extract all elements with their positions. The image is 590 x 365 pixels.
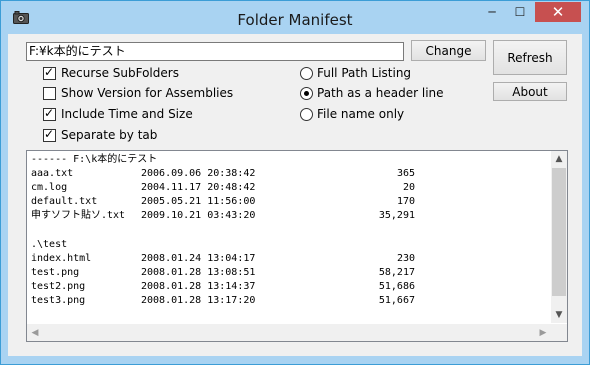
horizontal-scrollbar[interactable]: ◀ ▶ bbox=[27, 324, 551, 341]
include-time-size-label[interactable]: Include Time and Size bbox=[61, 107, 193, 121]
include-time-size-checkbox[interactable] bbox=[43, 106, 56, 121]
scroll-down-icon[interactable]: ▼ bbox=[551, 307, 567, 323]
file-row: cm.log 2004.11.17 20:48:42 20 bbox=[31, 182, 415, 194]
subfolder-line: .\test bbox=[31, 238, 68, 250]
file-name-only-radio[interactable] bbox=[300, 108, 313, 121]
file-row: index.html 2008.01.24 13:04:17 230 bbox=[31, 252, 415, 264]
scrollbar-corner bbox=[551, 324, 567, 341]
file-row: aaa.txt 2006.09.06 20:38:42 365 bbox=[31, 168, 415, 180]
close-button[interactable]: ✕ bbox=[535, 2, 581, 22]
show-version-checkbox[interactable] bbox=[43, 87, 56, 100]
folder-path-input[interactable]: F:¥k本的にテスト bbox=[26, 42, 404, 61]
file-row: default.txt 2005.05.21 11:56:00 170 bbox=[31, 196, 415, 208]
scroll-right-icon[interactable]: ▶ bbox=[535, 324, 551, 341]
file-row: test3.png 2008.01.28 13:17:20 51,667 bbox=[31, 294, 415, 306]
separate-by-tab-checkbox[interactable] bbox=[43, 127, 56, 142]
refresh-button[interactable]: Refresh bbox=[493, 40, 567, 75]
about-button[interactable]: About bbox=[493, 82, 567, 101]
change-button[interactable]: Change bbox=[411, 40, 486, 61]
scroll-up-icon[interactable]: ▲ bbox=[551, 151, 567, 167]
maximize-button[interactable]: ☐ bbox=[507, 2, 533, 22]
vertical-scroll-thumb[interactable] bbox=[552, 168, 566, 296]
close-icon: ✕ bbox=[551, 3, 565, 21]
app-window: Folder Manifest ─ ☐ ✕ F:¥k本的にテスト Change … bbox=[0, 0, 590, 365]
folder-header-line: ------ F:\k本的にテスト bbox=[31, 154, 158, 165]
minimize-icon: ─ bbox=[488, 5, 496, 19]
title-bar[interactable]: Folder Manifest ─ ☐ ✕ bbox=[1, 1, 589, 34]
file-name-only-label[interactable]: File name only bbox=[317, 107, 404, 121]
recurse-subfolders-label[interactable]: Recurse SubFolders bbox=[61, 66, 179, 80]
path-header-label[interactable]: Path as a header line bbox=[317, 86, 444, 100]
show-version-label[interactable]: Show Version for Assemblies bbox=[61, 86, 233, 100]
full-path-radio[interactable] bbox=[300, 67, 313, 80]
recurse-subfolders-checkbox[interactable] bbox=[43, 65, 56, 80]
manifest-text[interactable]: ------ F:\k本的にテスト aaa.txt 2006.09.06 20:38… bbox=[31, 153, 551, 308]
path-header-radio[interactable] bbox=[300, 87, 313, 100]
full-path-label[interactable]: Full Path Listing bbox=[317, 66, 411, 80]
scroll-left-icon[interactable]: ◀ bbox=[27, 324, 43, 341]
separate-by-tab-label[interactable]: Separate by tab bbox=[61, 128, 157, 142]
minimize-button[interactable]: ─ bbox=[479, 2, 505, 22]
maximize-icon: ☐ bbox=[514, 5, 526, 19]
manifest-output[interactable]: ------ F:\k本的にテスト aaa.txt 2006.09.06 20:38… bbox=[26, 150, 568, 342]
file-row: test.png 2008.01.28 13:08:51 58,217 bbox=[31, 266, 415, 278]
client-area: F:¥k本的にテスト Change Refresh About Recurse … bbox=[8, 34, 582, 356]
file-row: test2.png 2008.01.28 13:14:37 51,686 bbox=[31, 280, 415, 292]
file-row: 申すソフト貼ソ.txt 2009.10.21 03:43:20 35,291 bbox=[31, 210, 415, 222]
vertical-scrollbar[interactable]: ▲ ▼ bbox=[551, 151, 567, 323]
